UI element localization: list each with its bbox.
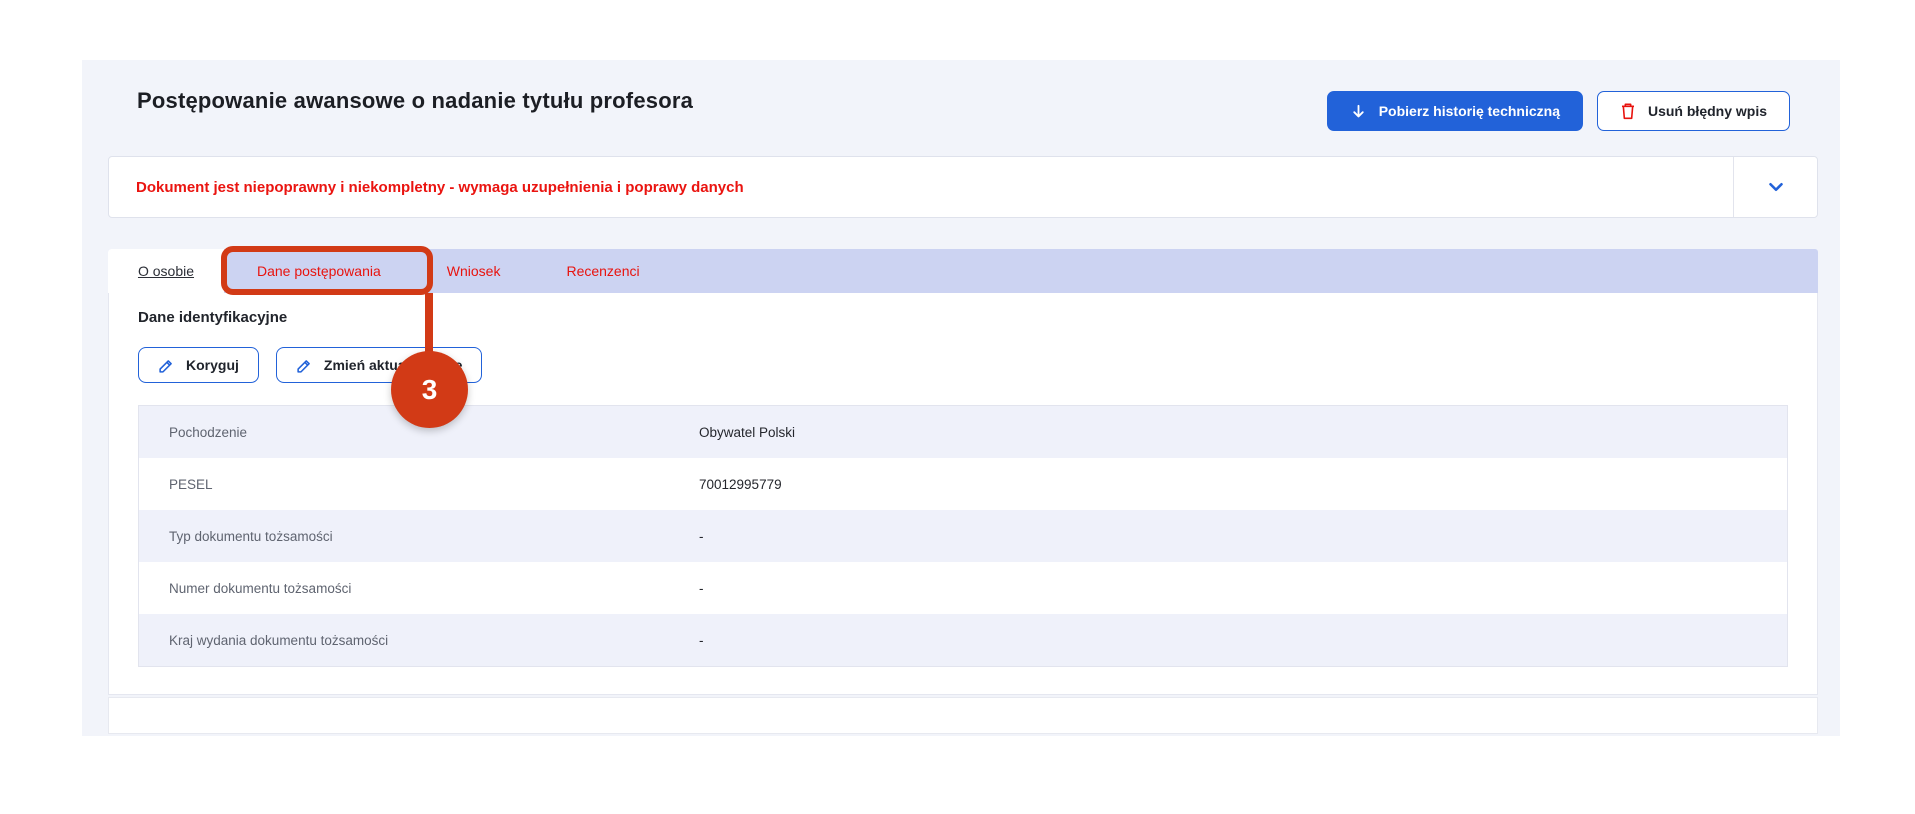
- identification-table: Pochodzenie Obywatel Polski PESEL 700129…: [138, 405, 1788, 667]
- tab-o-osobie[interactable]: O osobie: [108, 249, 224, 293]
- row-value: -: [699, 581, 704, 596]
- tab-recenzenci[interactable]: Recenzenci: [533, 249, 672, 293]
- page-title: Postępowanie awansowe o nadanie tytułu p…: [137, 88, 693, 114]
- row-value: Obywatel Polski: [699, 425, 795, 440]
- row-label: Typ dokumentu tożsamości: [139, 529, 699, 544]
- table-row: Kraj wydania dokumentu tożsamości -: [139, 614, 1787, 666]
- validation-alert-banner: Dokument jest niepoprawny i niekompletny…: [108, 156, 1818, 218]
- download-icon: [1350, 103, 1367, 120]
- pencil-icon: [158, 357, 175, 374]
- trash-icon: [1620, 102, 1636, 120]
- annotation-connector-line: [425, 293, 433, 355]
- tab-content-panel: Dane identyfikacyjne Koryguj Zmień aktua…: [108, 293, 1818, 695]
- next-section-panel: [108, 697, 1818, 734]
- correct-button-label: Koryguj: [186, 357, 239, 373]
- annotation-step-badge: 3: [391, 351, 468, 428]
- row-value: 70012995779: [699, 477, 782, 492]
- main-card: Postępowanie awansowe o nadanie tytułu p…: [82, 60, 1840, 736]
- row-value: -: [699, 529, 704, 544]
- tab-bar: O osobie Dane postępowania Wniosek Recen…: [108, 249, 1818, 293]
- delete-button-label: Usuń błędny wpis: [1648, 103, 1767, 119]
- alert-message: Dokument jest niepoprawny i niekompletny…: [109, 157, 1733, 217]
- correct-button[interactable]: Koryguj: [138, 347, 259, 383]
- row-label: PESEL: [139, 477, 699, 492]
- table-row: Pochodzenie Obywatel Polski: [139, 406, 1787, 458]
- download-button-label: Pobierz historię techniczną: [1379, 103, 1560, 119]
- row-label: Kraj wydania dokumentu tożsamości: [139, 633, 699, 648]
- delete-invalid-entry-button[interactable]: Usuń błędny wpis: [1597, 91, 1790, 131]
- tab-dane-postepowania[interactable]: Dane postępowania: [224, 249, 414, 293]
- table-row: PESEL 70012995779: [139, 458, 1787, 510]
- pencil-icon: [296, 357, 313, 374]
- row-value: -: [699, 633, 704, 648]
- header-actions: Pobierz historię techniczną Usuń błędny …: [1327, 91, 1790, 131]
- row-label: Numer dokumentu tożsamości: [139, 581, 699, 596]
- annotation-number: 3: [422, 374, 438, 406]
- chevron-down-icon: [1765, 176, 1787, 198]
- section-heading: Dane identyfikacyjne: [138, 309, 287, 326]
- tab-wniosek[interactable]: Wniosek: [414, 249, 534, 293]
- table-row: Typ dokumentu tożsamości -: [139, 510, 1787, 562]
- download-technical-history-button[interactable]: Pobierz historię techniczną: [1327, 91, 1583, 131]
- table-row: Numer dokumentu tożsamości -: [139, 562, 1787, 614]
- alert-expand-button[interactable]: [1733, 157, 1817, 217]
